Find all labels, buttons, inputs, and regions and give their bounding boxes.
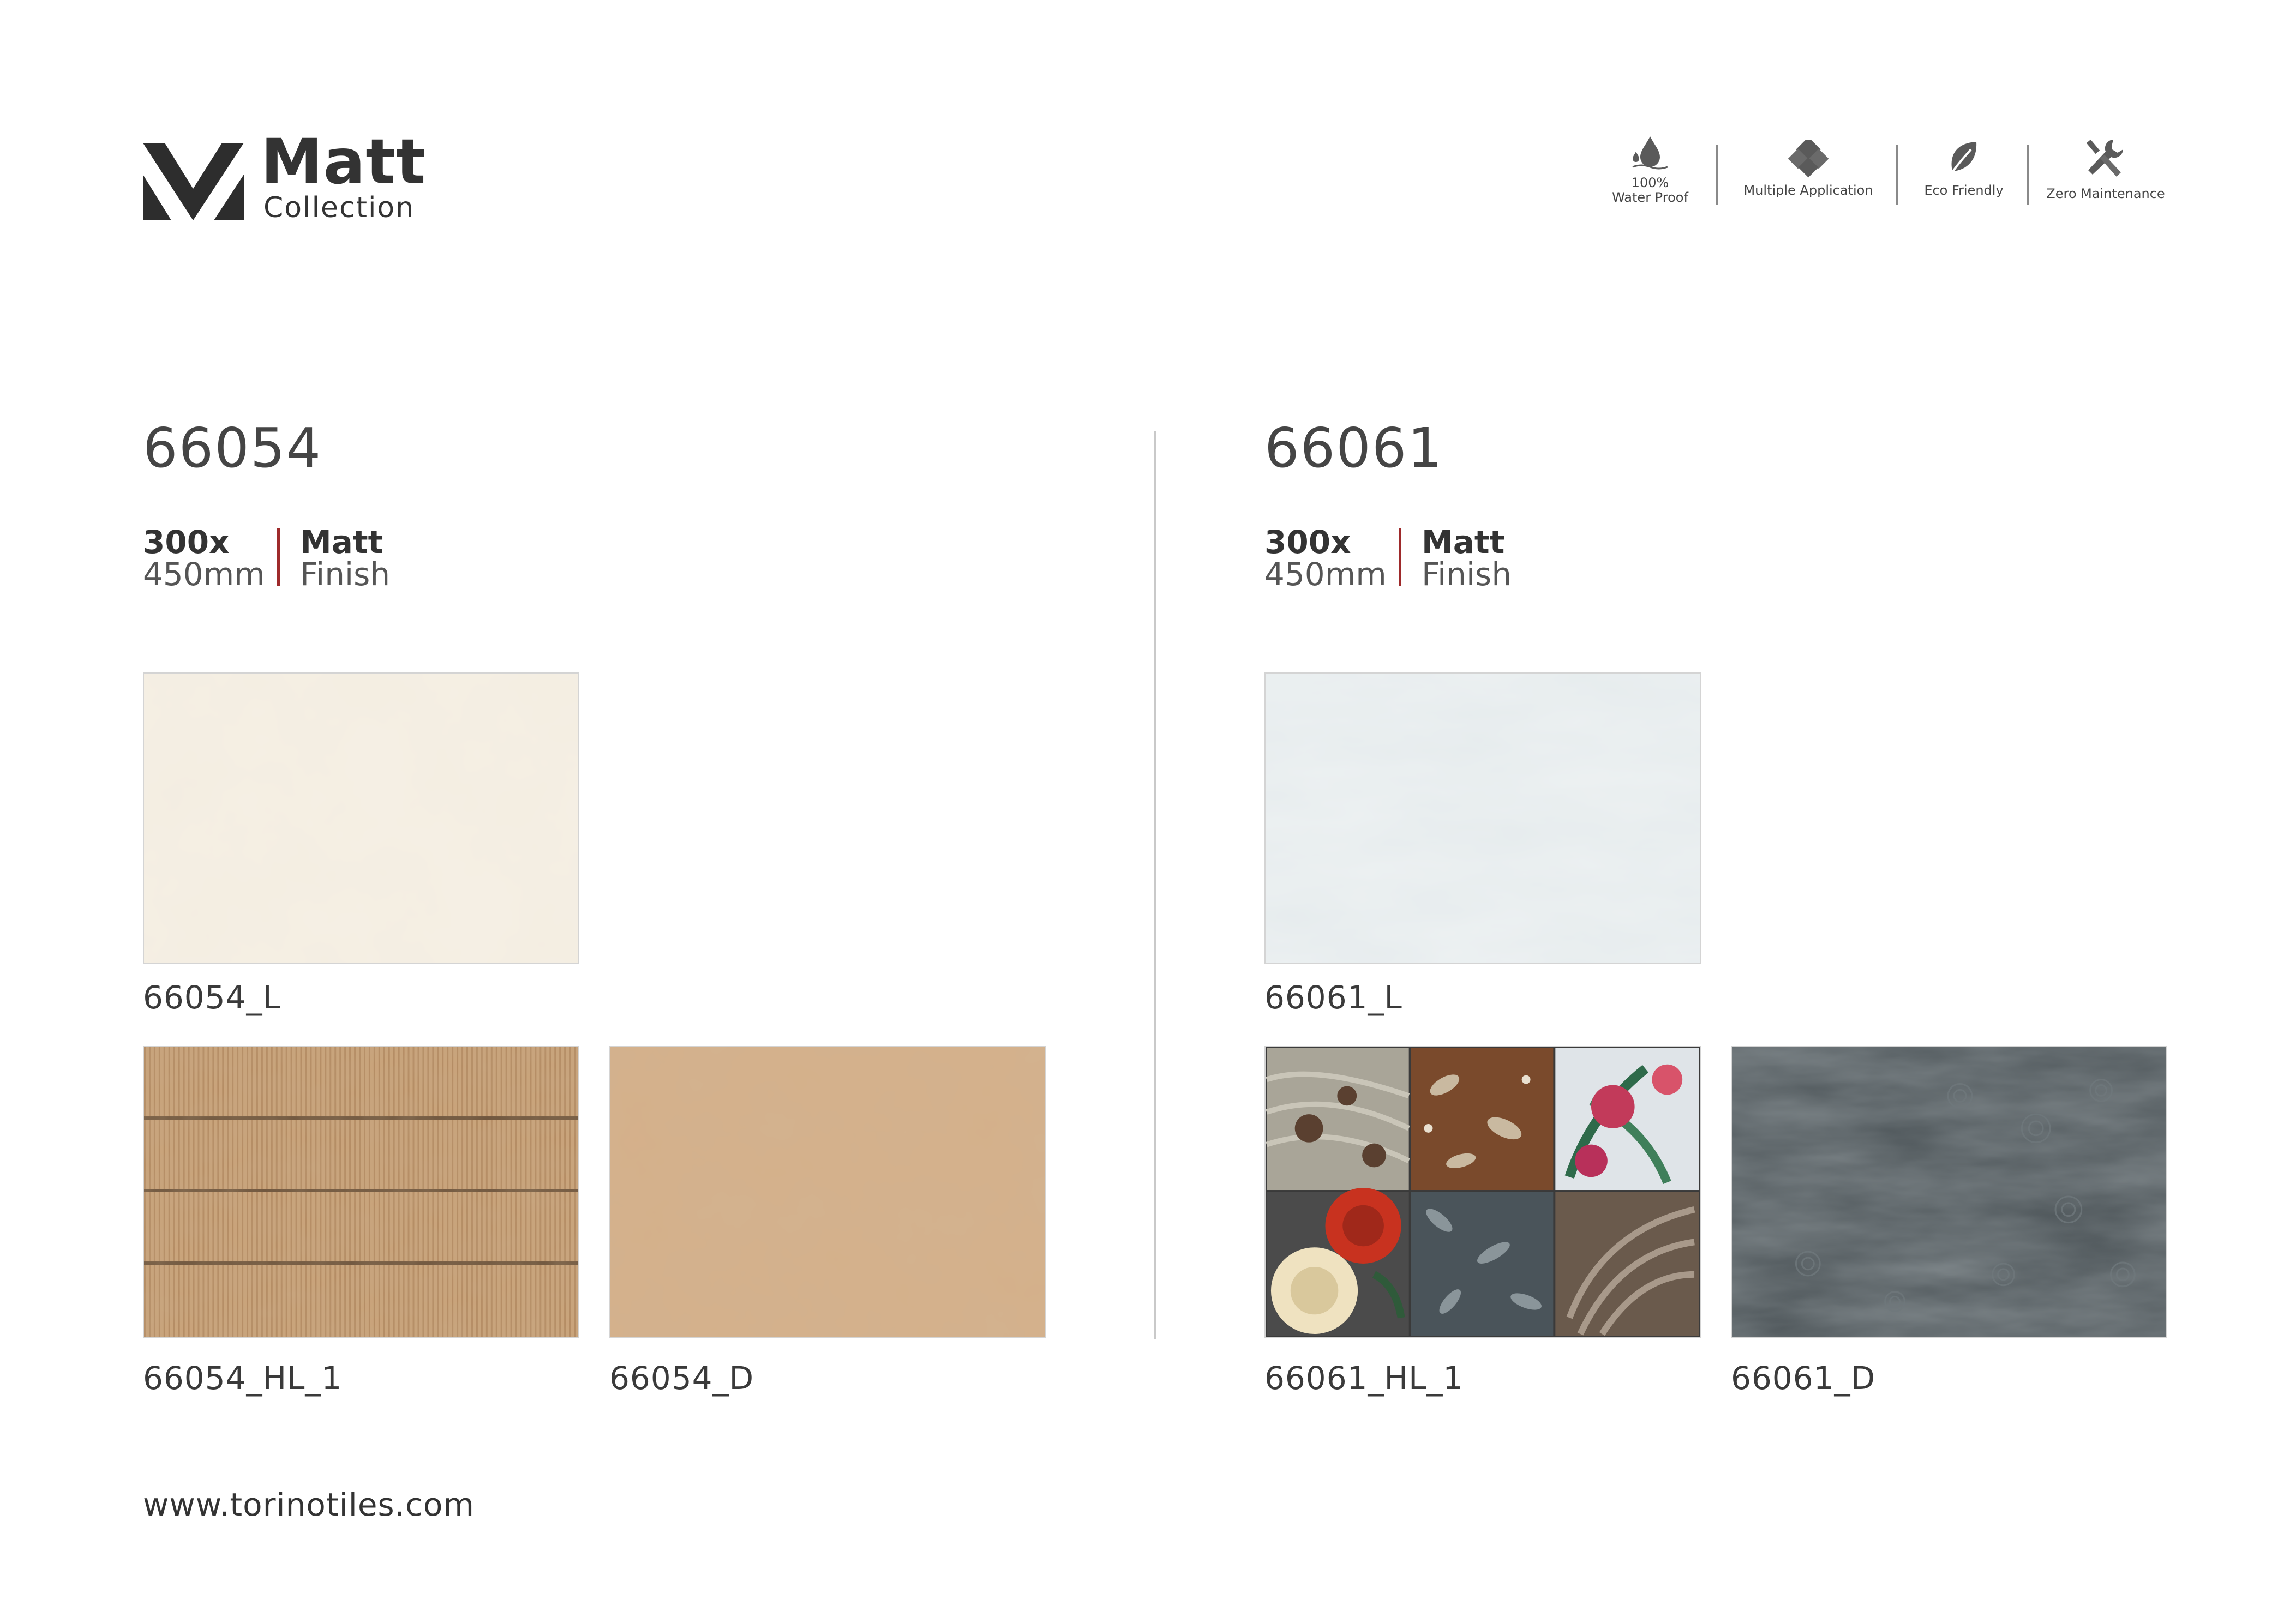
- tile-label: 66061_L: [1264, 979, 1402, 1016]
- product-finish-line2: Finish: [1422, 556, 1512, 593]
- tile-image-66061-hl-1: [1264, 1046, 1701, 1338]
- feature-eco-friendly: Eco Friendly: [1909, 140, 2018, 198]
- water-drop-icon: [1632, 136, 1668, 170]
- spec-divider: [1399, 528, 1401, 586]
- tile-label: 66061_D: [1731, 1360, 1876, 1397]
- tile-image-66054-l: [143, 672, 579, 964]
- feature-water-proof-line1: 100%: [1631, 175, 1669, 190]
- product-code: 66061: [1264, 416, 1444, 480]
- brand-logo-mark: [143, 143, 244, 220]
- feature-zero-maintenance: Zero Maintenance: [2043, 136, 2168, 201]
- feature-water-proof: 100% Water Proof: [1601, 135, 1699, 205]
- product-finish-line1: Matt: [300, 524, 383, 561]
- brand-subtitle: Collection: [263, 191, 415, 224]
- product-finish-line1: Matt: [1422, 524, 1505, 561]
- column-divider: [1154, 431, 1156, 1339]
- feature-zero-maintenance-label: Zero Maintenance: [2046, 186, 2165, 201]
- website-link[interactable]: www.torinotiles.com: [143, 1489, 475, 1520]
- product-finish-line2: Finish: [300, 556, 391, 593]
- leaf-icon: [1948, 142, 1977, 178]
- product-code: 66054: [143, 416, 322, 480]
- tile-label: 66061_HL_1: [1264, 1360, 1464, 1397]
- product-size-line1: 300x: [143, 524, 230, 561]
- tile-image-66054-d: [609, 1046, 1046, 1338]
- spec-divider: [277, 528, 280, 586]
- feature-multiple-application-label: Multiple Application: [1743, 183, 1873, 198]
- tile-label: 66054_L: [143, 979, 281, 1016]
- feature-divider: [2027, 145, 2029, 205]
- brand-title: Matt: [261, 125, 427, 198]
- product-size-line2: 450mm: [1264, 556, 1387, 593]
- tile-image-66061-l: [1264, 672, 1701, 964]
- feature-multiple-application: Multiple Application: [1737, 140, 1879, 198]
- tile-image-66061-d: [1731, 1046, 2167, 1338]
- tile-label: 66054_D: [609, 1360, 754, 1397]
- feature-eco-friendly-label: Eco Friendly: [1924, 183, 2004, 198]
- wrench-screwdriver-icon: [2086, 139, 2123, 177]
- product-size-line1: 300x: [1264, 524, 1351, 561]
- tile-image-66054-hl-1: [143, 1046, 579, 1338]
- feature-water-proof-line2: Water Proof: [1612, 190, 1688, 205]
- product-size-line2: 450mm: [143, 556, 265, 593]
- tile-label: 66054_HL_1: [143, 1360, 343, 1397]
- multiple-application-icon: [1788, 140, 1829, 178]
- feature-divider: [1716, 145, 1718, 205]
- feature-divider: [1896, 145, 1898, 205]
